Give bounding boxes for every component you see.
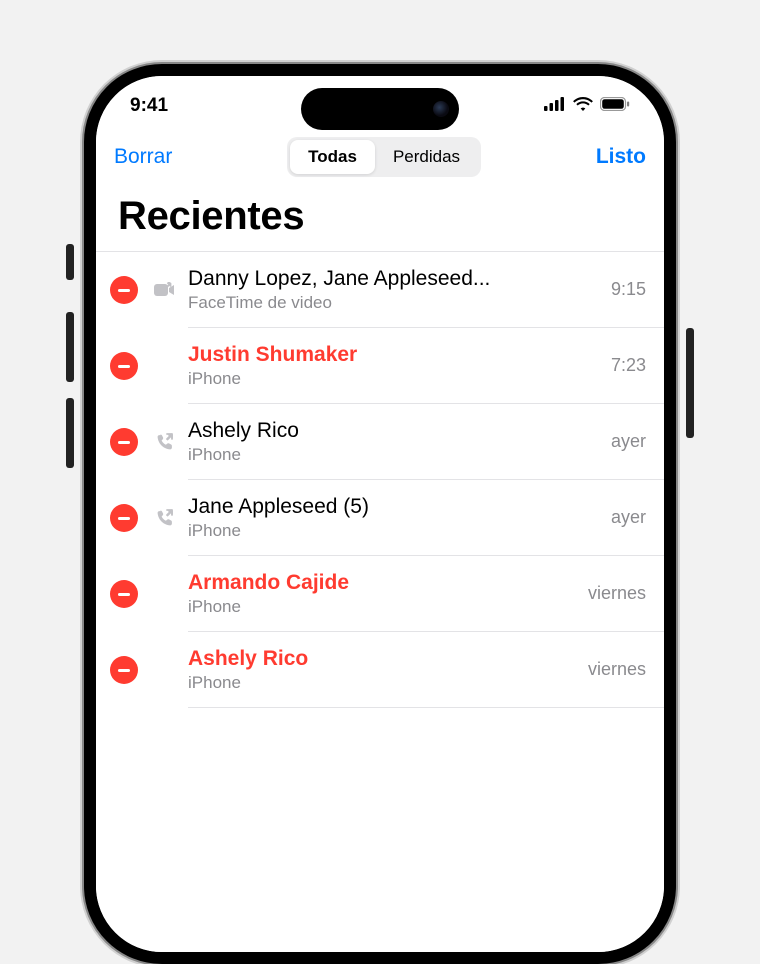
page-title: Recientes <box>96 188 664 251</box>
call-row[interactable]: Danny Lopez, Jane Appleseed... FaceTime … <box>96 252 664 328</box>
video-outgoing-icon <box>152 282 178 298</box>
nav-bar: Borrar Todas Perdidas Listo <box>96 136 664 188</box>
delete-button[interactable] <box>110 504 138 532</box>
status-time: 9:41 <box>130 95 168 117</box>
dynamic-island <box>301 88 459 130</box>
call-subtext: iPhone <box>188 369 599 389</box>
clear-button[interactable]: Borrar <box>114 145 172 169</box>
call-name: Jane Appleseed (5) <box>188 495 599 519</box>
call-name: Danny Lopez, Jane Appleseed... <box>188 267 599 291</box>
call-row[interactable]: Ashely Rico iPhone ayer <box>96 404 664 480</box>
camera-icon <box>433 101 449 117</box>
call-time: viernes <box>588 583 646 604</box>
wifi-icon <box>573 95 593 117</box>
call-time: ayer <box>611 431 646 452</box>
done-button[interactable]: Listo <box>596 145 646 169</box>
call-row[interactable]: Jane Appleseed (5) iPhone ayer <box>96 480 664 556</box>
phone-outgoing-icon <box>152 432 178 452</box>
tab-all[interactable]: Todas <box>290 140 375 174</box>
call-row[interactable]: Ashely Rico iPhone viernes <box>96 632 664 708</box>
phone-frame: 9:41 <box>84 64 676 964</box>
delete-button[interactable] <box>110 352 138 380</box>
call-time: ayer <box>611 507 646 528</box>
call-name: Ashely Rico <box>188 419 599 443</box>
call-name: Armando Cajide <box>188 571 576 595</box>
call-time: viernes <box>588 659 646 680</box>
call-row[interactable]: Justin Shumaker iPhone 7:23 <box>96 328 664 404</box>
call-time: 9:15 <box>611 279 646 300</box>
call-name: Ashely Rico <box>188 647 576 671</box>
call-subtext: iPhone <box>188 521 599 541</box>
delete-button[interactable] <box>110 656 138 684</box>
delete-button[interactable] <box>110 428 138 456</box>
cellular-icon <box>544 95 566 117</box>
call-name: Justin Shumaker <box>188 343 599 367</box>
call-row[interactable]: Armando Cajide iPhone viernes <box>96 556 664 632</box>
call-subtext: iPhone <box>188 597 576 617</box>
call-subtext: iPhone <box>188 445 599 465</box>
delete-button[interactable] <box>110 580 138 608</box>
tab-missed[interactable]: Perdidas <box>375 140 478 174</box>
battery-icon <box>600 95 630 117</box>
segmented-control[interactable]: Todas Perdidas <box>287 137 481 177</box>
call-time: 7:23 <box>611 355 646 376</box>
phone-outgoing-icon <box>152 508 178 528</box>
call-subtext: iPhone <box>188 673 576 693</box>
delete-button[interactable] <box>110 276 138 304</box>
call-subtext: FaceTime de video <box>188 293 599 313</box>
recents-list: Danny Lopez, Jane Appleseed... FaceTime … <box>96 251 664 708</box>
